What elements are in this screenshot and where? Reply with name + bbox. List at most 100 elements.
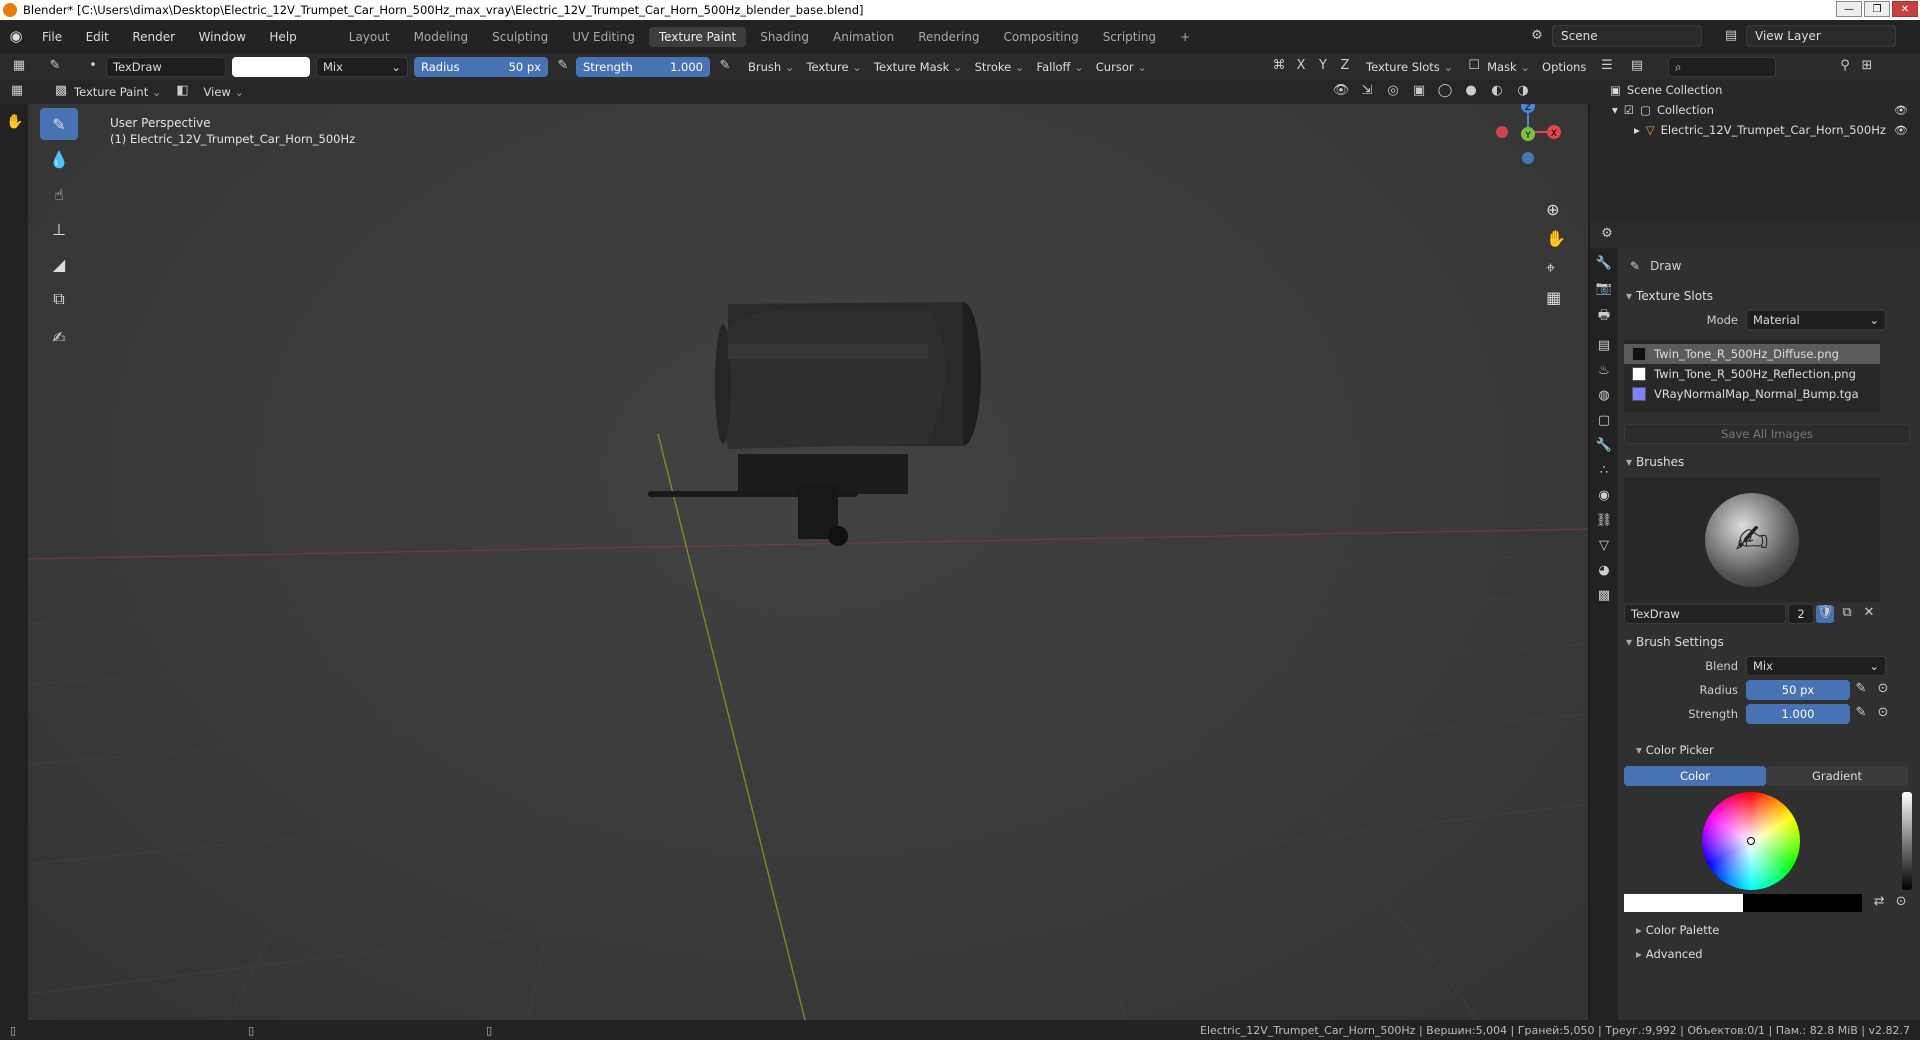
axis-x-button[interactable]: X [1292,58,1310,76]
save-all-images-button[interactable]: Save All Images [1624,424,1910,444]
strength-slider[interactable]: Strength 1.000 [576,57,710,77]
smear-tool-button[interactable]: ☝ [40,178,78,210]
display-mode-icon[interactable]: ▤ [1628,58,1646,76]
menu-window[interactable]: Window [199,30,246,44]
radius-pressure-icon[interactable]: ✎ [554,58,572,76]
strength-unit-icon[interactable]: ⊙ [1874,705,1892,723]
symmetry-icon[interactable]: ⌘ [1270,58,1288,76]
menu-edit[interactable]: Edit [86,30,109,44]
menu-help[interactable]: Help [269,30,296,44]
mask-checkbox[interactable]: ☐ [1465,58,1483,76]
axis-y-button[interactable]: Y [1314,58,1332,76]
new-collection-icon[interactable]: ⊞ [1858,58,1876,76]
texture-slot-item[interactable]: Twin_Tone_R_500Hz_Diffuse.png [1624,344,1880,364]
solid-shading-icon[interactable]: ● [1462,83,1480,101]
particles-tab-icon[interactable]: ∴ [1600,463,1608,478]
physics-tab-icon[interactable]: ◉ [1598,488,1609,503]
texture-tab-icon[interactable]: ▩ [1598,588,1610,603]
strength-pressure-icon[interactable]: ✎ [1852,705,1870,723]
annotate-tool-button[interactable]: ✍ [40,321,78,353]
radius-field[interactable]: 50 px [1746,680,1850,700]
view-layer-icon[interactable]: ▤ [1722,28,1740,46]
outliner-row-scene-collection[interactable]: ▣ Scene Collection [1590,80,1920,100]
advanced-panel-header[interactable]: Advanced [1618,942,1920,966]
brushes-panel-header[interactable]: Brushes [1618,450,1920,474]
stroke-dropdown[interactable]: Stroke [975,60,1025,74]
outliner-row-object[interactable]: ▸ ▽ Electric_12V_Trumpet_Car_Horn_500Hz … [1590,120,1920,140]
constraints-tab-icon[interactable]: ⛓ [1596,513,1613,528]
brush-users-count[interactable]: 2 [1788,604,1814,624]
world-tab-icon[interactable]: ◍ [1598,388,1609,403]
tab-sculpting[interactable]: Sculpting [482,27,558,47]
paint-mask-icon[interactable]: ◧ [174,83,192,101]
swap-colors-icon[interactable]: ⇄ [1870,894,1888,912]
wireframe-shading-icon[interactable]: ◯ [1436,83,1454,101]
brush-preview[interactable]: ✍ [1624,478,1880,602]
material-shading-icon[interactable]: ◐ [1488,83,1506,101]
gizmo-toggle-icon[interactable]: ⇲ [1358,83,1376,101]
blend-mode-dropdown[interactable]: Mix ⌄ [316,57,408,77]
draw-tool-button[interactable]: ✎ [40,108,78,140]
mode-dropdown[interactable]: Texture Paint [74,85,162,99]
tab-compositing[interactable]: Compositing [993,27,1088,47]
tab-uv-editing[interactable]: UV Editing [562,27,645,47]
radius-unit-icon[interactable]: ⊙ [1874,681,1892,699]
color-palette-panel-header[interactable]: Color Palette [1618,918,1920,942]
3d-viewport[interactable]: User Perspective (1) Electric_12V_Trumpe… [28,104,1588,1020]
view-menu[interactable]: View [204,85,245,99]
tab-layout[interactable]: Layout [339,27,400,47]
outliner-row-collection[interactable]: ▾ ☑ ▢ Collection 👁 [1590,100,1920,120]
color-picker-panel-header[interactable]: Color Picker [1618,738,1920,762]
camera-icon[interactable]: ⌖ [1546,258,1566,278]
brush-color-swatch[interactable] [232,57,310,77]
menu-file[interactable]: File [42,30,62,44]
radius-slider[interactable]: Radius 50 px [414,57,548,77]
brush-name-field[interactable]: TexDraw [106,57,226,77]
rendered-shading-icon[interactable]: ◑ [1514,83,1532,101]
maximize-button[interactable]: ❐ [1864,1,1890,17]
tab-modeling[interactable]: Modeling [404,27,479,47]
scene-selector[interactable]: Scene [1552,25,1702,47]
fake-user-icon[interactable]: 🛡 [1816,605,1834,623]
grid-icon[interactable]: ▦ [1546,288,1566,307]
zoom-icon[interactable]: ⊕ [1546,200,1566,219]
properties-editor-icon[interactable]: ⚙ [1598,226,1616,244]
color-unit-icon[interactable]: ⊙ [1892,894,1910,912]
checkbox-icon[interactable]: ☑ [1624,103,1634,117]
texture-slot-item[interactable]: VRayNormalMap_Normal_Bump.tga [1624,384,1880,404]
outliner-editor-icon[interactable]: ☰ [1598,58,1616,76]
editor-type-icon[interactable]: ▦ [10,58,28,76]
render-tab-icon[interactable]: 📷 [1596,281,1612,296]
tab-animation[interactable]: Animation [823,27,904,47]
color-wheel[interactable] [1702,792,1800,890]
pan-hand-icon[interactable]: ✋ [1546,229,1566,248]
strength-field[interactable]: 1.000 [1746,704,1850,724]
radius-pressure-icon[interactable]: ✎ [1852,681,1870,699]
object-tab-icon[interactable]: ▢ [1598,413,1610,428]
scene-tab-icon[interactable]: ♨ [1598,363,1610,378]
minimize-button[interactable]: — [1836,1,1862,17]
tool-settings-icon[interactable]: ▦ [8,83,26,101]
soften-tool-button[interactable]: 💧 [40,143,78,175]
outliner-search-input[interactable]: ⌕ [1668,57,1776,77]
close-button[interactable]: ✕ [1892,1,1918,17]
hand-icon[interactable]: ✋ [0,104,28,140]
primary-color-swatch[interactable] [1624,894,1744,912]
blend-dropdown[interactable]: Mix ⌄ [1746,656,1886,676]
xray-icon[interactable]: ▣ [1410,83,1428,101]
overlays-icon[interactable]: ◎ [1384,83,1402,101]
strength-pressure-icon[interactable]: ✎ [716,58,734,76]
brush-dropdown[interactable]: Brush [748,60,794,74]
texture-dropdown[interactable]: Texture [806,60,861,74]
add-workspace-button[interactable]: + [1170,27,1200,47]
falloff-dropdown[interactable]: Falloff [1037,60,1084,74]
mask-tool-button[interactable]: ⧉ [40,283,78,315]
texture-slot-item[interactable]: Twin_Tone_R_500Hz_Reflection.png [1624,364,1880,384]
navigation-gizmo[interactable]: Z X Y [1478,104,1578,182]
menu-render[interactable]: Render [132,30,175,44]
scene-icon[interactable]: ⚙ [1528,28,1546,46]
output-tab-icon[interactable]: 🖶 [1598,306,1610,328]
value-slider[interactable] [1902,792,1912,890]
axis-z-button[interactable]: Z [1336,58,1354,76]
visibility-icon[interactable]: 👁 [1332,83,1350,101]
